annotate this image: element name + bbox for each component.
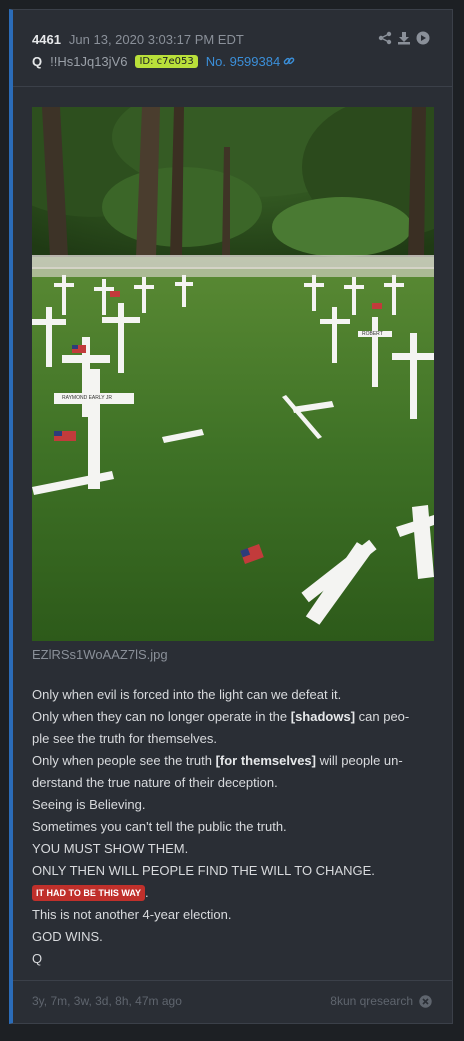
image-filename[interactable]: EZlRSs1WoAAZ7lS.jpg <box>32 647 168 662</box>
message-line: Only when people see the truth [for them… <box>32 753 403 768</box>
id-badge[interactable]: ID: c7e053 <box>135 54 198 68</box>
message-signature: Q <box>32 951 43 966</box>
share-icon[interactable] <box>378 31 392 45</box>
author-name: Q <box>32 53 43 69</box>
post-source: 8kun qresearch <box>330 994 432 1008</box>
post-image[interactable]: RAYMOND EARLY JR ROBERT <box>32 107 434 641</box>
post-message: Only when evil is forced into the light … <box>32 684 434 970</box>
download-icon[interactable] <box>397 31 411 45</box>
post-age: 3y, 7m, 3w, 3d, 8h, 47m ago <box>32 994 182 1008</box>
tripcode: !!Hs1Jq13jV6 <box>50 53 128 69</box>
post-card: 4461 Jun 13, 2020 3:03:17 PM EDT Q !!Hs1… <box>9 9 453 1024</box>
message-line: YOU MUST SHOW THEM. <box>32 841 189 856</box>
message-line: ONLY THEN WILL PEOPLE FIND THE WILL TO C… <box>32 863 375 878</box>
cross-label: RAYMOND EARLY JR <box>62 395 112 401</box>
cross-label: ROBERT <box>362 331 383 337</box>
post-date: Jun 13, 2020 3:03:17 PM EDT <box>68 31 244 47</box>
footer-divider <box>13 980 452 981</box>
message-line: Sometimes you can't tell the public the … <box>32 819 287 834</box>
post-number-link[interactable]: No. 9599384 <box>206 54 280 69</box>
message-line: IT HAD TO BE THIS WAY. <box>32 882 434 904</box>
emphasis-shadows: [shadows] <box>290 709 356 724</box>
message-line: Only when evil is forced into the light … <box>32 687 342 702</box>
message-line: This is not another 4-year election. <box>32 907 232 922</box>
message-line: Only when they can no longer operate in … <box>32 709 410 724</box>
post-actions <box>378 31 430 45</box>
header-divider <box>13 86 452 87</box>
emphasis-for-themselves: [for themselves] <box>215 753 316 768</box>
link-icon[interactable] <box>283 55 295 67</box>
message-line: derstand the true nature of their decept… <box>32 775 278 790</box>
post-number: 4461 <box>32 31 61 47</box>
close-circle-icon[interactable] <box>419 994 432 1008</box>
source-label[interactable]: 8kun qresearch <box>330 994 413 1008</box>
message-line: Seeing is Believing. <box>32 797 146 812</box>
highlight-badge: IT HAD TO BE THIS WAY <box>32 885 146 901</box>
message-line: GOD WINS. <box>32 929 103 944</box>
post-header: 4461 Jun 13, 2020 3:03:17 PM EDT <box>32 30 244 48</box>
field-of-crosses-photo: RAYMOND EARLY JR ROBERT <box>32 107 434 641</box>
post-author-line: Q !!Hs1Jq13jV6 ID: c7e053 No. 9599384 <box>32 52 295 70</box>
message-line: ple see the truth for themselves. <box>32 731 217 746</box>
arrow-circle-icon[interactable] <box>416 31 430 45</box>
